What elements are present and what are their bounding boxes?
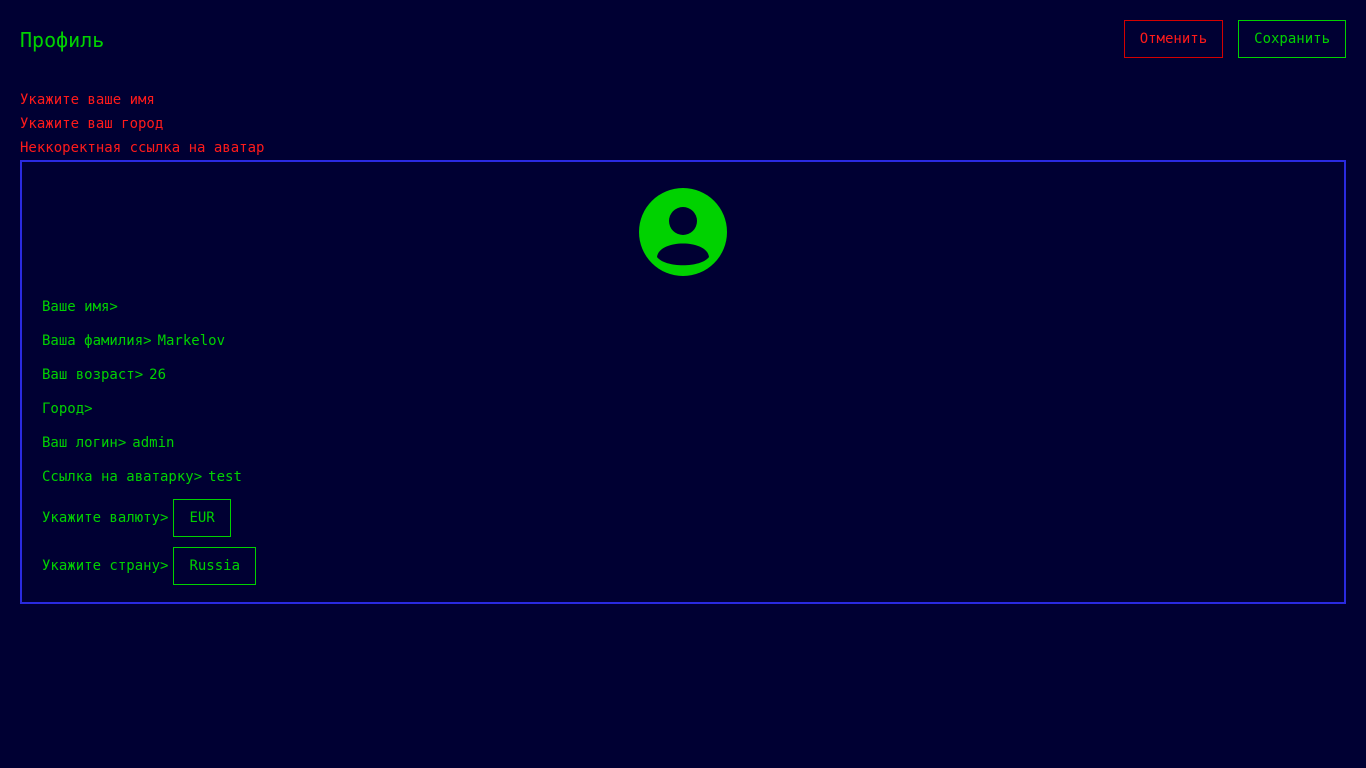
avatar-link-field[interactable]: Ссылка на аватарку> test bbox=[42, 460, 256, 494]
save-button[interactable]: Сохранить bbox=[1238, 20, 1346, 58]
age-field[interactable]: Ваш возраст> 26 bbox=[42, 358, 256, 392]
avatar-link-label: Ссылка на аватарку> bbox=[42, 469, 203, 485]
country-label: Укажите страну> bbox=[42, 558, 169, 574]
currency-field: Укажите валюту> EUR bbox=[42, 494, 256, 542]
error-first-name: Укажите ваше имя bbox=[20, 92, 155, 108]
username-input[interactable]: admin bbox=[132, 435, 174, 451]
country-select[interactable]: Russia bbox=[173, 547, 257, 585]
currency-select[interactable]: EUR bbox=[173, 499, 231, 537]
cancel-button[interactable]: Отменить bbox=[1123, 20, 1224, 58]
country-field: Укажите страну> Russia bbox=[42, 542, 257, 590]
username-field[interactable]: Ваш логин> admin bbox=[42, 426, 256, 460]
city-label: Город> bbox=[42, 401, 93, 417]
page-title: Профиль bbox=[20, 28, 105, 52]
age-label: Ваш возраст> bbox=[42, 367, 144, 383]
last-name-label: Ваша фамилия> bbox=[42, 333, 152, 349]
header-actions: Отменить Сохранить bbox=[1123, 20, 1346, 58]
last-name-field[interactable]: Ваша фамилия> Markelov bbox=[42, 324, 256, 358]
error-avatar-link: Неккоректная ссылка на аватар bbox=[20, 140, 265, 156]
profile-page: Профиль Отменить Сохранить Укажите ваше … bbox=[0, 0, 1366, 768]
first-name-field[interactable]: Ваше имя> bbox=[42, 290, 256, 324]
first-name-label: Ваше имя> bbox=[42, 299, 118, 315]
avatar-link-input[interactable]: test bbox=[208, 469, 242, 485]
profile-fields: Ваше имя> Ваша фамилия> Markelov Ваш воз… bbox=[42, 290, 257, 590]
age-input[interactable]: 26 bbox=[149, 367, 166, 383]
username-label: Ваш логин> bbox=[42, 435, 127, 451]
user-avatar-icon bbox=[639, 188, 727, 276]
error-city: Укажите ваш город bbox=[20, 116, 164, 132]
page-header: Профиль Отменить Сохранить bbox=[20, 20, 1346, 58]
currency-label: Укажите валюту> bbox=[42, 510, 169, 526]
last-name-input[interactable]: Markelov bbox=[158, 333, 225, 349]
profile-card: Ваше имя> Ваша фамилия> Markelov Ваш воз… bbox=[20, 160, 1346, 604]
validation-errors: Укажите ваше имя Укажите ваш город Некко… bbox=[20, 90, 264, 162]
city-field[interactable]: Город> bbox=[42, 392, 256, 426]
